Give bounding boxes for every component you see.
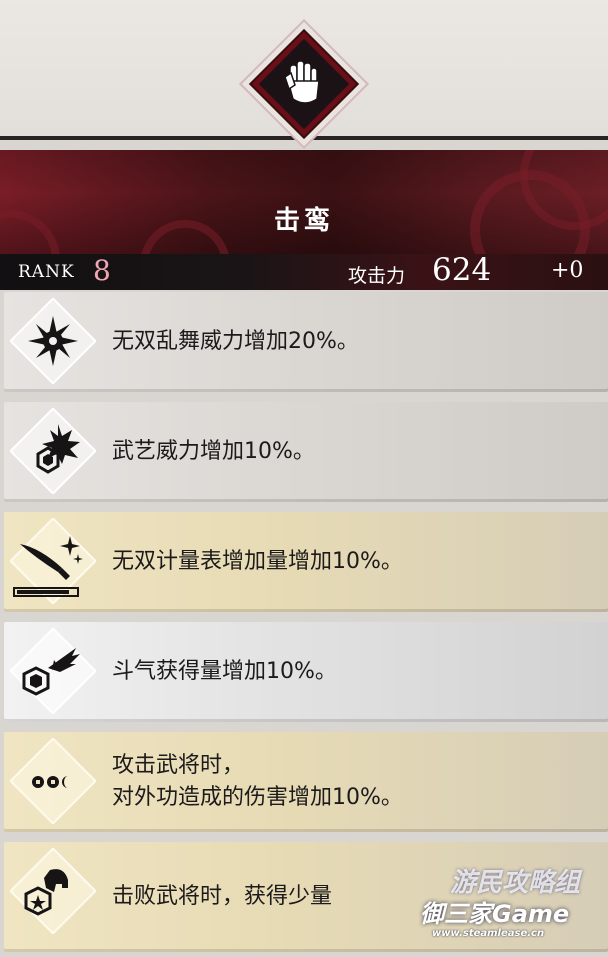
helmet-star-icon [10, 848, 96, 934]
gauntlet-icon [238, 18, 370, 150]
effect-text: 攻击武将时， 对外功造成的伤害增加10%。 [112, 753, 403, 810]
effect-text: 击败武将时，获得少量 [112, 884, 333, 909]
effect-text: 武艺威力增加10%。 [112, 439, 315, 464]
martial-hexagon-burst-icon [10, 408, 96, 494]
effect-item[interactable]: 无双计量表增加量增加10%。 [4, 512, 608, 612]
rank-label: RANK [18, 262, 75, 282]
attack-label: 攻击力 [348, 265, 406, 287]
effect-text: 无双乱舞威力增加20%。 [112, 329, 359, 354]
effect-text: 斗气获得量增加10%。 [112, 659, 337, 684]
skill-name: 击鸾 [273, 206, 334, 236]
musou-burst-icon [10, 298, 96, 384]
effect-text: 无双计量表增加量增加10%。 [112, 549, 403, 574]
effect-item[interactable]: 攻击武将时， 对外功造成的伤害增加10%。 [4, 732, 608, 832]
stat-bar [0, 254, 608, 290]
effect-item[interactable]: 斗气获得量增加10%。 [4, 622, 608, 722]
triple-eye-icon [10, 738, 96, 824]
rank-value: 8 [93, 254, 111, 287]
spirit-hexagon-wing-icon [10, 628, 96, 714]
watermark: 游民攻略组 御三家Game www.steamlease.cn [420, 862, 605, 952]
attack-value: 624 [432, 252, 492, 288]
musou-gauge-sword-icon [10, 518, 96, 604]
effect-item[interactable]: 武艺威力增加10%。 [4, 402, 608, 502]
watermark-line2: 御三家Game [420, 900, 570, 928]
attack-bonus: +0 [551, 258, 584, 283]
watermark-line3: www.steamlease.cn [432, 928, 545, 939]
effect-item[interactable]: 无双乱舞威力增加20%。 [4, 292, 608, 392]
